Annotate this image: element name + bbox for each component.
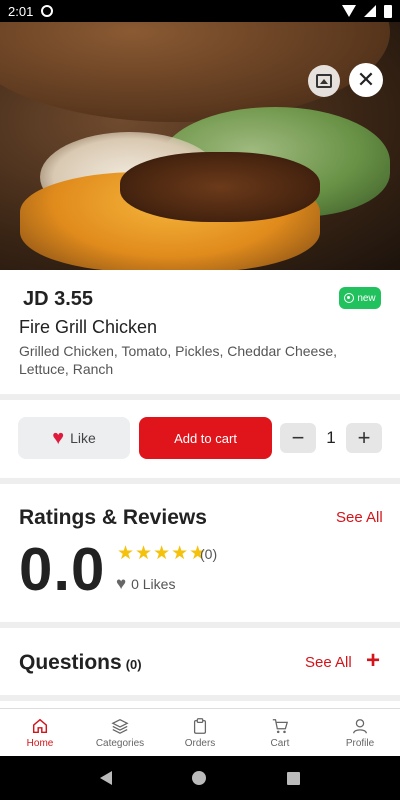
questions-title-label: Questions — [19, 651, 122, 674]
product-name: Fire Grill Chicken — [19, 317, 158, 337]
new-badge: new — [339, 287, 381, 309]
like-button[interactable]: ♥ Like — [18, 417, 130, 459]
new-badge-label: new — [357, 292, 376, 304]
divider — [0, 622, 400, 628]
nav-cart-label: Cart — [270, 737, 290, 749]
status-time: 2:01 — [8, 3, 34, 19]
add-to-cart-button[interactable]: Add to cart — [139, 417, 272, 459]
product-price: JD 3.55 — [23, 288, 94, 310]
home-icon — [31, 717, 49, 735]
rating-count: (0) — [200, 546, 218, 562]
signal-icon — [364, 5, 376, 17]
bottom-navigation: Home Categories Orders Cart Profile — [0, 708, 400, 756]
nav-home-label: Home — [26, 737, 54, 749]
radio-icon — [344, 293, 355, 303]
nav-orders-label: Orders — [184, 737, 216, 749]
questions-count: (0) — [125, 657, 142, 672]
ratings-title: Ratings & Reviews — [19, 506, 207, 529]
divider — [0, 478, 400, 484]
minus-icon: − — [291, 425, 305, 450]
questions-see-all-link[interactable]: See All — [305, 654, 352, 671]
quantity-increase-button[interactable]: + — [346, 423, 382, 453]
back-icon[interactable] — [100, 771, 113, 785]
product-image[interactable]: ✕ — [0, 22, 400, 270]
star-rating-icons: ★★★★★ — [117, 543, 208, 564]
product-description: Grilled Chicken, Tomato, Pickles, Chedda… — [19, 343, 338, 377]
product-info: JD 3.55 new Fire Grill Chicken Grilled C… — [0, 270, 400, 394]
heart-icon: ♥ — [116, 574, 127, 593]
heart-icon: ♥ — [52, 427, 65, 449]
status-bar: 2:01 — [0, 0, 400, 22]
plus-icon: + — [357, 425, 371, 450]
questions-title: Questions (0) — [19, 651, 142, 675]
nav-categories[interactable]: Categories — [80, 709, 160, 756]
nav-profile-label: Profile — [345, 737, 375, 749]
like-label: Like — [70, 430, 96, 446]
ratings-see-all-link[interactable]: See All — [336, 509, 383, 526]
sync-icon — [41, 5, 54, 17]
quantity-decrease-button[interactable]: − — [280, 423, 316, 453]
add-question-icon[interactable]: + — [366, 649, 380, 673]
wifi-icon — [342, 5, 356, 17]
likes-count: ♥ 0 Likes — [116, 574, 175, 594]
close-icon: ✕ — [356, 67, 376, 92]
recent-apps-icon[interactable] — [286, 771, 300, 785]
layers-icon — [111, 717, 129, 735]
nav-orders[interactable]: Orders — [160, 709, 240, 756]
divider — [0, 394, 400, 400]
person-icon — [351, 717, 369, 735]
battery-icon — [384, 4, 392, 18]
quantity-value: 1 — [326, 428, 336, 447]
likes-label: 0 Likes — [131, 576, 176, 592]
clipboard-icon — [191, 717, 209, 735]
nav-home[interactable]: Home — [0, 709, 80, 756]
close-button[interactable]: ✕ — [349, 63, 383, 97]
home-circle-icon[interactable] — [192, 771, 207, 785]
divider — [0, 695, 400, 701]
rating-score: 0.0 — [19, 536, 106, 603]
nav-categories-label: Categories — [95, 737, 145, 749]
nav-cart[interactable]: Cart — [240, 709, 320, 756]
gallery-button[interactable] — [308, 65, 340, 97]
system-navigation-bar — [0, 756, 400, 800]
nav-profile[interactable]: Profile — [320, 709, 400, 756]
cart-icon — [271, 717, 289, 735]
gallery-icon — [316, 74, 332, 88]
